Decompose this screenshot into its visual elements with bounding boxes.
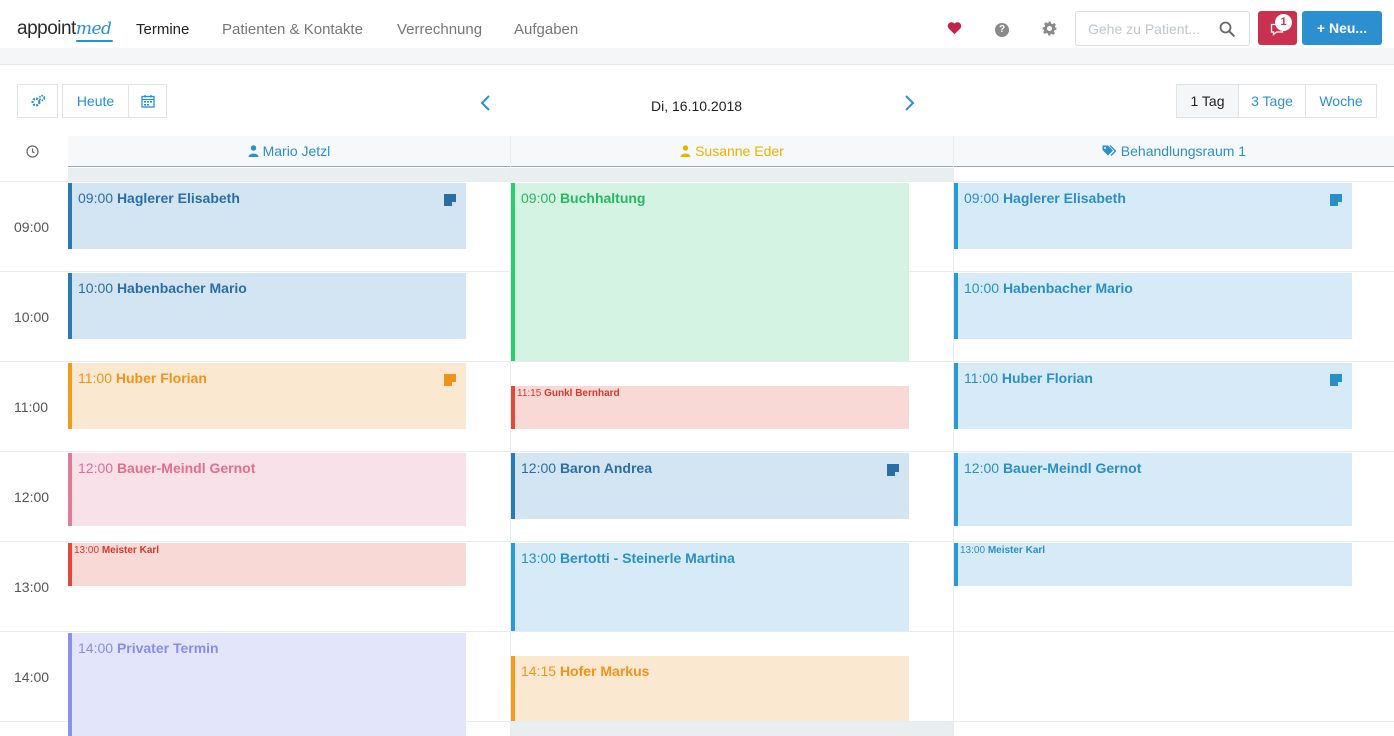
patient-search-input[interactable]: [1077, 13, 1217, 44]
view-3-tage[interactable]: 3 Tage: [1238, 84, 1306, 118]
appointment-susanne-baron-andrea[interactable]: 12:00 Baron Andrea: [511, 453, 909, 519]
resource-header-susanne-eder[interactable]: Susanne Eder: [511, 136, 953, 167]
sub-bar: [0, 48, 1394, 65]
note-icon[interactable]: [444, 374, 456, 386]
appointment-mario-habenbacher-mario[interactable]: 10:00 Habenbacher Mario: [68, 273, 466, 339]
hour-line: [0, 451, 1394, 452]
note-icon[interactable]: [1330, 374, 1342, 386]
user-doctor-icon: [680, 145, 691, 157]
previous-day-chevron-icon[interactable]: [479, 94, 493, 112]
top-navigation: appointmed Termine Patienten & Kontakte …: [0, 0, 1394, 48]
hour-line: [0, 181, 1394, 182]
favorites-heart-icon[interactable]: [945, 19, 963, 37]
hour-label: 12:00: [14, 489, 50, 505]
unavailable-strip: [511, 722, 953, 736]
tags-icon: [1102, 145, 1117, 156]
hour-label: 13:00: [14, 579, 50, 595]
appointment-mario-bauer-meindl-gernot[interactable]: 12:00 Bauer-Meindl Gernot: [68, 453, 466, 526]
patient-search: [1075, 11, 1250, 46]
view-1-tag[interactable]: 1 Tag: [1176, 84, 1239, 118]
current-date-title: Di, 16.10.2018: [651, 98, 743, 114]
view-woche[interactable]: Woche: [1305, 84, 1377, 118]
nav-termine[interactable]: Termine: [136, 21, 189, 38]
user-doctor-icon: [248, 145, 259, 157]
appointment-mario-haglerer-elisabeth[interactable]: 09:00 Haglerer Elisabeth: [68, 183, 466, 249]
nav-aufgaben[interactable]: Aufgaben: [514, 21, 578, 38]
appointment-mario-meister-karl[interactable]: 13:00 Meister Karl: [68, 543, 466, 586]
appointment-susanne-gunkl-bernhard[interactable]: 11:15 Gunkl Bernhard: [511, 386, 909, 429]
clock-icon: [26, 145, 39, 158]
resource-header-mario-jetzl[interactable]: Mario Jetzl: [68, 136, 510, 167]
nav-verrechnung[interactable]: Verrechnung: [397, 21, 482, 38]
note-icon[interactable]: [887, 464, 899, 476]
cogs-icon: [30, 94, 45, 107]
appointment-susanne-bertotti-steinerle-martina[interactable]: 13:00 Bertotti - Steinerle Martina: [511, 543, 909, 631]
hour-line: [0, 361, 1394, 362]
appointment-raum-habenbacher-mario[interactable]: 10:00 Habenbacher Mario: [954, 273, 1352, 339]
hour-label: 10:00: [14, 309, 50, 325]
resource-header-behandlungsraum-1[interactable]: Behandlungsraum 1: [954, 136, 1394, 167]
next-day-chevron-icon[interactable]: [902, 94, 916, 112]
appointment-mario-privater-termin[interactable]: 14:00 Privater Termin: [68, 633, 466, 736]
hour-line: [0, 541, 1394, 542]
hour-label: 14:00: [14, 669, 50, 685]
today-button[interactable]: Heute: [62, 84, 129, 118]
date-picker-button[interactable]: [128, 84, 167, 118]
gear-icon[interactable]: [1040, 19, 1058, 37]
hour-line: [0, 631, 1394, 632]
appointment-raum-haglerer-elisabeth[interactable]: 09:00 Haglerer Elisabeth: [954, 183, 1352, 249]
note-icon[interactable]: [444, 194, 456, 206]
note-icon[interactable]: [1330, 194, 1342, 206]
search-icon[interactable]: [1219, 21, 1235, 37]
appointment-raum-bauer-meindl-gernot[interactable]: 12:00 Bauer-Meindl Gernot: [954, 453, 1352, 526]
appointment-susanne-buchhaltung[interactable]: 09:00 Buchhaltung: [511, 183, 909, 361]
appointment-mario-huber-florian[interactable]: 11:00 Huber Florian: [68, 363, 466, 429]
new-button[interactable]: + Neu...: [1302, 11, 1382, 45]
calendar-settings-button[interactable]: [17, 84, 58, 118]
appointment-raum-meister-karl[interactable]: 13:00 Meister Karl: [954, 543, 1352, 586]
calendar-icon: [140, 95, 155, 108]
appointment-raum-huber-florian[interactable]: 11:00 Huber Florian: [954, 363, 1352, 429]
help-icon[interactable]: ?: [993, 19, 1011, 37]
hour-label: 09:00: [14, 219, 50, 235]
nav-patienten-kontakte[interactable]: Patienten & Kontakte: [222, 21, 363, 38]
appointment-susanne-hofer-markus[interactable]: 14:15 Hofer Markus: [511, 656, 909, 721]
app-logo[interactable]: appointmed: [17, 18, 114, 42]
hour-label: 11:00: [14, 399, 48, 415]
message-count-badge: 1: [1275, 14, 1292, 31]
